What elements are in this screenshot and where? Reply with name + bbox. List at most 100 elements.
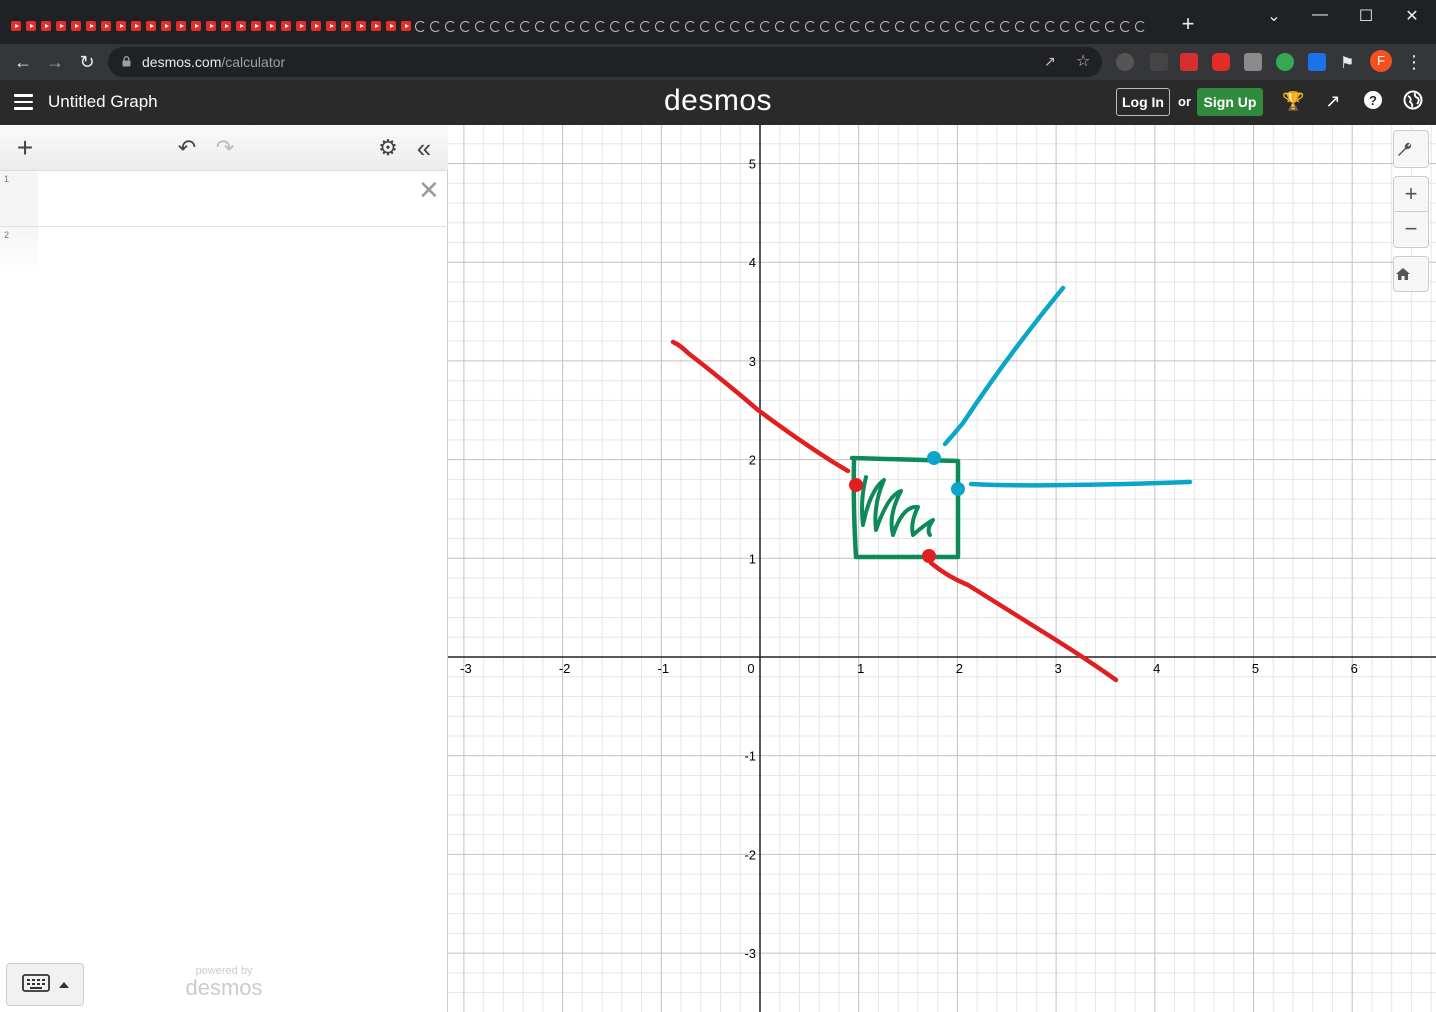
graph-canvas[interactable]: -3 -2 -1 0 1 2 3 4 5 6 5 4 3 2 1 -1 -2 -3 <box>448 125 1436 1012</box>
browser-tab-youtube[interactable] <box>293 17 308 35</box>
browser-tab[interactable] <box>983 17 998 35</box>
browser-tab[interactable] <box>773 17 788 35</box>
browser-tab-youtube[interactable] <box>158 17 173 35</box>
browser-tab-youtube[interactable] <box>383 17 398 35</box>
collapse-panel-icon[interactable]: « <box>411 135 437 161</box>
browser-tab[interactable] <box>818 17 833 35</box>
close-window-button[interactable]: ✕ <box>1402 6 1422 26</box>
browser-tab[interactable] <box>533 17 548 35</box>
browser-tab-youtube[interactable] <box>263 17 278 35</box>
address-bar[interactable]: desmos.com/calculator ↗ ☆ <box>108 47 1102 77</box>
browser-tab[interactable] <box>968 17 983 35</box>
browser-tab-youtube[interactable] <box>323 17 338 35</box>
browser-tab[interactable] <box>1013 17 1028 35</box>
new-tab-button[interactable]: + <box>1178 13 1198 35</box>
profile-avatar[interactable]: F <box>1370 50 1392 72</box>
browser-tab[interactable] <box>518 17 533 35</box>
help-icon[interactable]: ? <box>1362 90 1384 112</box>
hamburger-icon[interactable] <box>14 94 33 110</box>
forward-icon[interactable]: → <box>43 50 67 74</box>
browser-tab[interactable] <box>653 17 668 35</box>
expression-row[interactable]: 1 ✕ <box>0 171 448 227</box>
browser-tab[interactable] <box>608 17 623 35</box>
browser-tab[interactable] <box>878 17 893 35</box>
browser-tab[interactable] <box>458 17 473 35</box>
browser-tab[interactable] <box>713 17 728 35</box>
browser-tab[interactable] <box>1088 17 1103 35</box>
keypad-toggle-button[interactable] <box>6 963 84 1006</box>
graph-title[interactable]: Untitled Graph <box>48 92 158 112</box>
browser-tab-youtube[interactable] <box>128 17 143 35</box>
zoom-out-button[interactable]: − <box>1393 212 1429 248</box>
delete-expression-icon[interactable]: ✕ <box>418 175 440 206</box>
chrome-menu-icon[interactable]: ⋮ <box>1402 50 1426 74</box>
browser-tab[interactable] <box>488 17 503 35</box>
undo-icon[interactable]: ↶ <box>174 135 200 161</box>
youtube-extension-icon[interactable] <box>1212 53 1230 71</box>
browser-tab[interactable] <box>1073 17 1088 35</box>
browser-tab-youtube[interactable] <box>53 17 68 35</box>
login-button[interactable]: Log In <box>1116 88 1170 116</box>
browser-tab-youtube[interactable] <box>188 17 203 35</box>
extensions-puzzle-icon[interactable]: ⚑ <box>1340 53 1358 72</box>
browser-tab[interactable] <box>578 17 593 35</box>
extension-icon[interactable] <box>1244 53 1262 71</box>
browser-tab-youtube[interactable] <box>398 17 413 35</box>
browser-tab[interactable] <box>728 17 743 35</box>
maximize-button[interactable]: ☐ <box>1356 6 1376 26</box>
extension-icon[interactable] <box>1150 53 1168 71</box>
back-icon[interactable]: ← <box>11 50 35 74</box>
browser-tab[interactable] <box>788 17 803 35</box>
trophy-icon[interactable]: 🏆 <box>1282 90 1304 112</box>
browser-tab-youtube[interactable] <box>143 17 158 35</box>
browser-tab-youtube[interactable] <box>353 17 368 35</box>
browser-tab-youtube[interactable] <box>308 17 323 35</box>
share-graph-icon[interactable]: ↗ <box>1322 90 1344 112</box>
browser-tab[interactable] <box>1133 17 1148 35</box>
minimize-button[interactable]: — <box>1310 6 1330 24</box>
browser-tab-youtube[interactable] <box>248 17 263 35</box>
browser-tab[interactable] <box>683 17 698 35</box>
browser-tab[interactable] <box>1103 17 1118 35</box>
settings-gear-icon[interactable]: ⚙ <box>375 135 401 161</box>
powered-by-desmos[interactable]: powered by desmos <box>182 965 266 999</box>
globe-icon[interactable] <box>1402 90 1424 112</box>
browser-tab[interactable] <box>848 17 863 35</box>
browser-tab-youtube[interactable] <box>68 17 83 35</box>
browser-tab[interactable] <box>908 17 923 35</box>
browser-tab-youtube[interactable] <box>113 17 128 35</box>
browser-tab[interactable] <box>548 17 563 35</box>
extension-icon[interactable] <box>1180 53 1198 71</box>
extension-icon[interactable] <box>1308 53 1326 71</box>
browser-tab-youtube[interactable] <box>233 17 248 35</box>
home-view-icon[interactable] <box>1393 256 1429 292</box>
browser-tab-youtube[interactable] <box>203 17 218 35</box>
extension-icon[interactable] <box>1116 53 1134 71</box>
browser-tab[interactable] <box>698 17 713 35</box>
browser-tab-youtube[interactable] <box>98 17 113 35</box>
browser-tab[interactable] <box>443 17 458 35</box>
browser-tab-youtube[interactable] <box>338 17 353 35</box>
browser-tab[interactable] <box>623 17 638 35</box>
browser-tab[interactable] <box>668 17 683 35</box>
browser-tab[interactable] <box>953 17 968 35</box>
browser-tab[interactable] <box>593 17 608 35</box>
graph-paper[interactable]: -3 -2 -1 0 1 2 3 4 5 6 5 4 3 2 1 -1 -2 -3 + − <box>448 125 1436 1012</box>
browser-tab-youtube[interactable] <box>278 17 293 35</box>
browser-tab[interactable] <box>938 17 953 35</box>
browser-tab[interactable] <box>473 17 488 35</box>
browser-tab[interactable] <box>833 17 848 35</box>
browser-tab[interactable] <box>863 17 878 35</box>
browser-tab-youtube[interactable] <box>83 17 98 35</box>
browser-tab[interactable] <box>743 17 758 35</box>
browser-tab[interactable] <box>503 17 518 35</box>
browser-tab-youtube[interactable] <box>8 17 23 35</box>
redo-icon[interactable]: ↷ <box>212 135 238 161</box>
extension-icon[interactable] <box>1276 53 1294 71</box>
browser-tab[interactable] <box>998 17 1013 35</box>
browser-tab-youtube[interactable] <box>173 17 188 35</box>
browser-tab[interactable] <box>563 17 578 35</box>
zoom-in-button[interactable]: + <box>1393 176 1429 212</box>
browser-tab[interactable] <box>1043 17 1058 35</box>
browser-tab-youtube[interactable] <box>368 17 383 35</box>
